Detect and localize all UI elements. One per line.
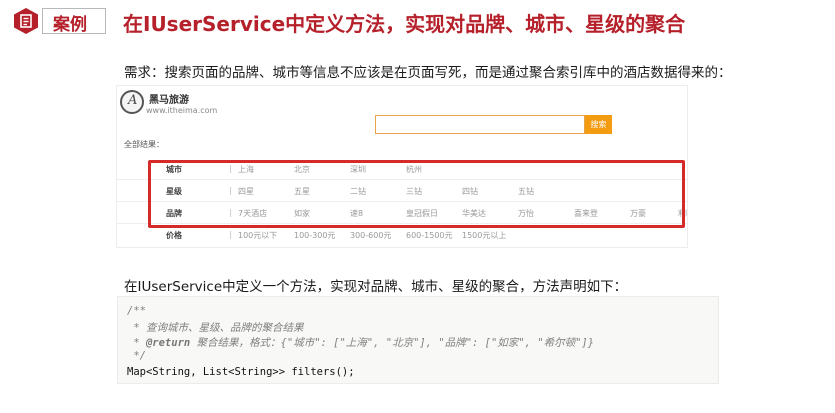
- filter-item[interactable]: 600-1500元: [406, 230, 453, 241]
- code-return-tag: @return: [145, 337, 191, 349]
- filter-label: 价格: [166, 231, 182, 240]
- code-method-signature: Map<String, List<String>> filters();: [127, 366, 355, 378]
- code-comment-desc: * 查询城市、星级、品牌的聚合结果: [127, 322, 304, 334]
- filter-separator: |: [229, 230, 232, 239]
- requirement-text: 需求：搜索页面的品牌、城市等信息不应该是在页面写死，而是通过聚合索引库中的酒店数…: [124, 65, 732, 81]
- brand-url: www.itheima.com: [146, 106, 218, 115]
- case-badge: 案例: [12, 7, 106, 35]
- define-method-text: 在IUserService中定义一个方法，实现对品牌、城市、星级的聚合，方法声明…: [124, 279, 628, 295]
- filter-item[interactable]: 1500元以上: [462, 230, 506, 241]
- brand-logo-icon: A: [120, 90, 144, 114]
- all-results-label: 全部结果：: [124, 140, 164, 149]
- slide-title: 在IUserService中定义方法，实现对品牌、城市、星级的聚合: [123, 12, 686, 36]
- case-label: 案例: [53, 15, 87, 35]
- filter-item[interactable]: 300-600元: [350, 230, 391, 241]
- code-return-desc: 聚合结果，格式：{"城市": ["上海", "北京"], "品牌": ["如家"…: [190, 337, 595, 349]
- search-button[interactable]: 搜索: [585, 115, 612, 134]
- highlight-frame: [148, 160, 685, 228]
- code-block: /** * 查询城市、星级、品牌的聚合结果 * @return 聚合结果，格式：…: [117, 296, 719, 384]
- code-comment-open: /**: [127, 305, 146, 317]
- brand-name: 黑马旅游: [149, 95, 189, 106]
- document-icon: [14, 8, 38, 34]
- filter-item[interactable]: 100-300元: [294, 230, 335, 241]
- code-comment-return: * @return 聚合结果，格式：{"城市": ["上海", "北京"], "…: [127, 337, 595, 349]
- search-input[interactable]: [375, 115, 585, 134]
- code-comment-close: */: [127, 350, 146, 362]
- filter-item[interactable]: 100元以下: [238, 230, 277, 241]
